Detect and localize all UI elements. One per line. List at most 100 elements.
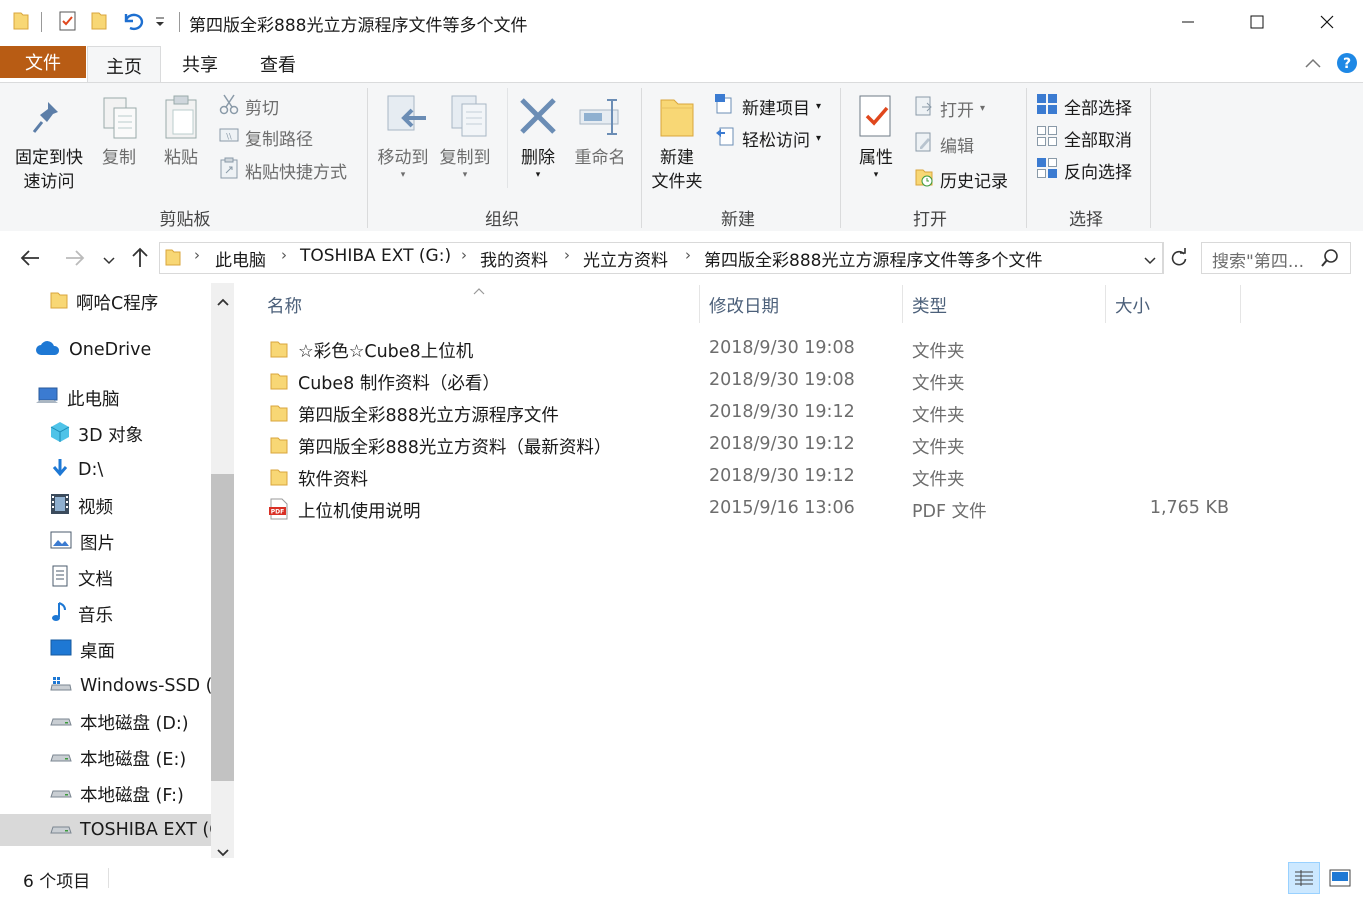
nav-scrollbar-thumb[interactable] [211, 474, 234, 781]
paste-button[interactable]: 粘贴 [156, 146, 206, 170]
scroll-up-icon[interactable] [216, 292, 230, 312]
column-header-date[interactable]: 修改日期 [709, 293, 779, 318]
tab-share[interactable]: 共享 [170, 46, 230, 82]
breadcrumb-separator-icon[interactable]: › [564, 246, 570, 264]
copy-to-icon [448, 94, 490, 147]
breadcrumb-my-data[interactable]: 我的资料 [480, 246, 548, 271]
breadcrumb-cube-data[interactable]: 光立方资料 [583, 246, 668, 271]
search-box[interactable]: 搜索"第四... [1201, 242, 1351, 274]
nav-item-onedrive[interactable]: OneDrive [35, 334, 151, 366]
select-all-label: 全部选择 [1064, 99, 1132, 119]
edit-button[interactable]: 编辑 [914, 131, 974, 158]
breadcrumb-separator-icon[interactable]: › [461, 246, 467, 264]
cut-button[interactable]: 剪切 [219, 93, 279, 120]
open-button[interactable]: 打开 ▾ [914, 95, 985, 122]
tab-file[interactable]: 文件 [0, 46, 86, 78]
nav-item-3d-objects[interactable]: 3D 对象 [50, 418, 143, 450]
computer-icon [35, 386, 59, 411]
search-placeholder: 搜索"第四... [1212, 252, 1305, 272]
column-divider[interactable] [1105, 285, 1106, 323]
address-history-chevron-icon[interactable] [1143, 252, 1157, 272]
rename-icon [578, 96, 624, 143]
collapse-ribbon-icon[interactable] [1304, 55, 1322, 75]
tab-view[interactable]: 查看 [248, 46, 308, 82]
column-divider[interactable] [699, 285, 700, 323]
file-row[interactable]: 第四版全彩888光立方源程序文件 2018/9/30 19:12 文件夹 [262, 397, 1242, 429]
copy-button[interactable]: 复制 [96, 146, 142, 170]
refresh-icon[interactable] [1169, 248, 1189, 273]
nav-item-pictures[interactable]: 图片 [50, 526, 115, 558]
nav-item-desktop[interactable]: 桌面 [50, 634, 115, 666]
search-icon[interactable] [1320, 248, 1340, 273]
column-header-type[interactable]: 类型 [912, 293, 947, 318]
copy-path-button[interactable]: \\ 复制路径 [219, 125, 313, 150]
nav-label: 图片 [80, 533, 115, 554]
edit-label: 编辑 [940, 137, 974, 157]
details-view-button[interactable] [1288, 862, 1320, 894]
select-none-icon [1036, 125, 1058, 152]
nav-item-music[interactable]: 音乐 [50, 598, 113, 630]
nav-item-d-drive[interactable]: D:\ [50, 454, 103, 486]
customize-qa-dropdown-icon[interactable] [154, 14, 166, 34]
close-button[interactable] [1292, 0, 1362, 44]
group-label-clipboard: 剪贴板 [159, 210, 211, 230]
folder-icon [270, 435, 288, 460]
folder-icon [50, 290, 68, 315]
easy-access-button[interactable]: 轻松访问 ▾ [714, 125, 821, 152]
file-row[interactable]: Cube8 制作资料（必看） 2018/9/30 19:08 文件夹 [262, 365, 1242, 397]
new-folder-qa-icon[interactable] [90, 10, 108, 37]
nav-item-local-e[interactable]: 本地磁盘 (E:) [50, 742, 186, 774]
forward-icon[interactable] [64, 248, 86, 273]
large-icons-view-button[interactable] [1324, 862, 1356, 894]
nav-label: 桌面 [80, 641, 115, 662]
new-item-button[interactable]: 新建项目 ▾ [714, 93, 821, 120]
column-divider[interactable] [902, 285, 903, 323]
move-to-button[interactable]: 移动到 ▾ [372, 146, 434, 180]
up-icon[interactable] [130, 246, 150, 273]
breadcrumb-separator-icon[interactable]: › [281, 246, 287, 264]
nav-item-toshiba[interactable]: TOSHIBA EXT (G [50, 814, 211, 846]
breadcrumb-drive[interactable]: TOSHIBA EXT (G:) [300, 246, 451, 266]
breadcrumb-this-pc[interactable]: 此电脑 [215, 246, 266, 271]
nav-item-quick-folder[interactable]: 啊哈C程序 [50, 286, 158, 318]
properties-button[interactable]: 属性 ▾ [850, 146, 902, 180]
delete-button[interactable]: 删除 ▾ [514, 146, 562, 180]
nav-item-local-d[interactable]: 本地磁盘 (D:) [50, 706, 189, 738]
undo-icon[interactable] [120, 9, 144, 38]
history-button[interactable]: 历史记录 [914, 166, 1008, 193]
file-row[interactable]: 软件资料 2018/9/30 19:12 文件夹 [262, 461, 1242, 493]
invert-selection-button[interactable]: 反向选择 [1036, 157, 1132, 184]
nav-item-this-pc[interactable]: 此电脑 [35, 382, 120, 414]
nav-label: 3D 对象 [78, 425, 144, 446]
breadcrumb-separator-icon[interactable]: › [194, 246, 200, 264]
column-header-name[interactable]: 名称 [267, 293, 302, 318]
help-icon[interactable]: ? [1336, 52, 1358, 79]
rename-button[interactable]: 重命名 [568, 146, 632, 170]
file-row[interactable]: ☆彩色☆Cube8上位机 2018/9/30 19:08 文件夹 [262, 333, 1242, 365]
file-type: 文件夹 [912, 470, 965, 490]
pin-quick-access-button[interactable]: 固定到快 速访问 [8, 146, 90, 194]
select-all-button[interactable]: 全部选择 [1036, 93, 1132, 120]
copy-to-button[interactable]: 复制到 ▾ [434, 146, 496, 180]
maximize-button[interactable] [1222, 0, 1292, 44]
nav-item-documents[interactable]: 文档 [50, 562, 113, 594]
nav-item-local-f[interactable]: 本地磁盘 (F:) [50, 778, 184, 810]
new-folder-button[interactable]: 新建 文件夹 [645, 146, 709, 194]
column-header-size[interactable]: 大小 [1115, 293, 1150, 318]
breadcrumb-separator-icon[interactable]: › [685, 246, 691, 264]
file-row[interactable]: 第四版全彩888光立方资料（最新资料） 2018/9/30 19:12 文件夹 [262, 429, 1242, 461]
paste-shortcut-button[interactable]: 粘贴快捷方式 [219, 157, 347, 184]
tab-home[interactable]: 主页 [87, 46, 161, 84]
nav-item-videos[interactable]: 视频 [50, 490, 113, 522]
minimize-button[interactable] [1153, 0, 1223, 44]
select-none-button[interactable]: 全部取消 [1036, 125, 1132, 152]
column-divider[interactable] [1240, 285, 1241, 323]
recent-locations-chevron-icon[interactable] [102, 252, 116, 272]
nav-item-windows-ssd[interactable]: Windows-SSD ( [50, 670, 213, 702]
properties-qa-icon[interactable] [58, 10, 78, 37]
file-type: 文件夹 [912, 438, 965, 458]
file-date: 2018/9/30 19:12 [709, 466, 855, 486]
back-icon[interactable] [19, 248, 41, 273]
file-row[interactable]: PDF 上位机使用说明 2015/9/16 13:06 PDF 文件 1,765… [262, 493, 1242, 525]
breadcrumb-current[interactable]: 第四版全彩888光立方源程序文件等多个文件 [704, 246, 1042, 271]
